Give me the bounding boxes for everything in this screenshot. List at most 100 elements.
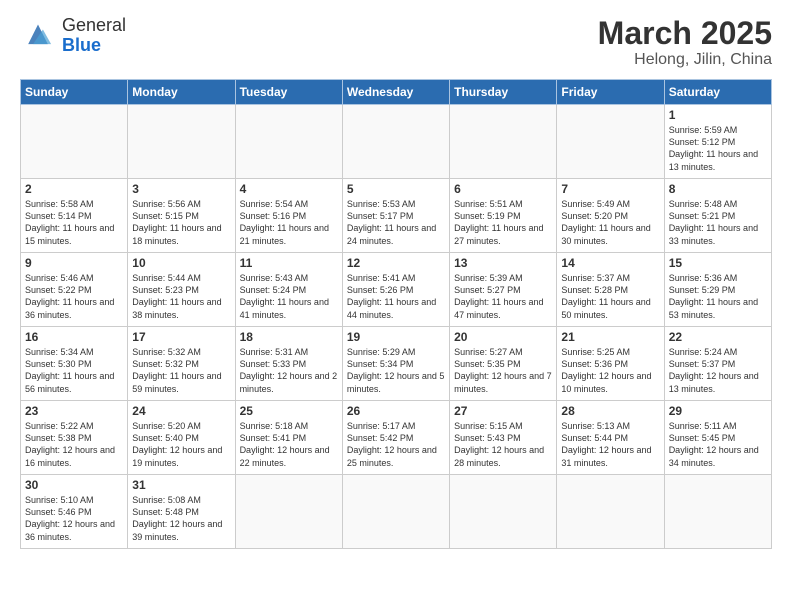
table-row: 11Sunrise: 5:43 AMSunset: 5:24 PMDayligh… [235,253,342,327]
table-row [450,105,557,179]
table-row: 20 Sunrise: 5:27 AMSunset: 5:35 PMDayligh… [450,327,557,401]
table-row [128,105,235,179]
day-number: 1 [669,108,767,122]
table-row [342,105,449,179]
table-row: 21 Sunrise: 5:25 AMSunset: 5:36 PMDayligh… [557,327,664,401]
day-number: 23 [25,404,123,418]
header-saturday: Saturday [664,80,771,105]
day-number: 29 [669,404,767,418]
table-row: 17Sunrise: 5:32 AMSunset: 5:32 PMDayligh… [128,327,235,401]
day-number: 4 [240,182,338,196]
calendar-subtitle: Helong, Jilin, China [598,51,772,69]
day-number: 13 [454,256,552,270]
day-number: 19 [347,330,445,344]
table-row [342,475,449,549]
table-row: 31 Sunrise: 5:08 AMSunset: 5:48 PMDayligh… [128,475,235,549]
day-info: Sunrise: 5:10 AMSunset: 5:46 PMDaylight:… [25,494,123,543]
day-number: 17 [132,330,230,344]
table-row: 10Sunrise: 5:44 AMSunset: 5:23 PMDayligh… [128,253,235,327]
day-info: Sunrise: 5:37 AMSunset: 5:28 PMDaylight:… [561,272,659,321]
day-info: Sunrise: 5:31 AMSunset: 5:33 PMDaylight:… [240,346,338,395]
day-number: 9 [25,256,123,270]
table-row [21,105,128,179]
day-number: 28 [561,404,659,418]
day-info: Sunrise: 5:46 AMSunset: 5:22 PMDaylight:… [25,272,123,321]
day-info: Sunrise: 5:29 AMSunset: 5:34 PMDaylight:… [347,346,445,395]
table-row: 30 Sunrise: 5:10 AMSunset: 5:46 PMDayligh… [21,475,128,549]
day-info: Sunrise: 5:48 AMSunset: 5:21 PMDaylight:… [669,198,767,247]
day-number: 20 [454,330,552,344]
table-row: 7Sunrise: 5:49 AMSunset: 5:20 PMDaylight… [557,179,664,253]
table-row: 23 Sunrise: 5:22 AMSunset: 5:38 PMDayligh… [21,401,128,475]
table-row: 13 Sunrise: 5:39 AMSunset: 5:27 PMDayligh… [450,253,557,327]
title-block: March 2025 Helong, Jilin, China [598,16,772,69]
day-info: Sunrise: 5:43 AMSunset: 5:24 PMDaylight:… [240,272,338,321]
logo: General Blue [20,16,126,56]
day-number: 5 [347,182,445,196]
day-info: Sunrise: 5:18 AMSunset: 5:41 PMDaylight:… [240,420,338,469]
day-number: 8 [669,182,767,196]
table-row [450,475,557,549]
calendar-header-row: Sunday Monday Tuesday Wednesday Thursday… [21,80,772,105]
day-number: 12 [347,256,445,270]
table-row: 5 Sunrise: 5:53 AMSunset: 5:17 PMDaylight… [342,179,449,253]
day-number: 14 [561,256,659,270]
table-row: 16Sunrise: 5:34 AMSunset: 5:30 PMDayligh… [21,327,128,401]
table-row [557,105,664,179]
day-info: Sunrise: 5:27 AMSunset: 5:35 PMDaylight:… [454,346,552,395]
day-number: 6 [454,182,552,196]
table-row: 4 Sunrise: 5:54 AMSunset: 5:16 PMDaylight… [235,179,342,253]
day-info: Sunrise: 5:08 AMSunset: 5:48 PMDaylight:… [132,494,230,543]
table-row: 12 Sunrise: 5:41 AMSunset: 5:26 PMDayligh… [342,253,449,327]
day-number: 24 [132,404,230,418]
table-row: 6Sunrise: 5:51 AMSunset: 5:19 PMDaylight… [450,179,557,253]
table-row: 25 Sunrise: 5:18 AMSunset: 5:41 PMDayligh… [235,401,342,475]
day-info: Sunrise: 5:41 AMSunset: 5:26 PMDaylight:… [347,272,445,321]
day-info: Sunrise: 5:15 AMSunset: 5:43 PMDaylight:… [454,420,552,469]
table-row [235,105,342,179]
day-info: Sunrise: 5:44 AMSunset: 5:23 PMDaylight:… [132,272,230,321]
table-row: 29 Sunrise: 5:11 AMSunset: 5:45 PMDayligh… [664,401,771,475]
logo-text: General Blue [62,16,126,56]
header-monday: Monday [128,80,235,105]
day-info: Sunrise: 5:53 AMSunset: 5:17 PMDaylight:… [347,198,445,247]
logo-general: General [62,15,126,35]
day-info: Sunrise: 5:20 AMSunset: 5:40 PMDaylight:… [132,420,230,469]
day-info: Sunrise: 5:39 AMSunset: 5:27 PMDaylight:… [454,272,552,321]
header-tuesday: Tuesday [235,80,342,105]
day-number: 3 [132,182,230,196]
day-info: Sunrise: 5:11 AMSunset: 5:45 PMDaylight:… [669,420,767,469]
day-info: Sunrise: 5:59 AMSunset: 5:12 PMDaylight:… [669,124,767,173]
calendar-table: Sunday Monday Tuesday Wednesday Thursday… [20,79,772,549]
day-number: 18 [240,330,338,344]
day-number: 25 [240,404,338,418]
day-number: 30 [25,478,123,492]
table-row: 18 Sunrise: 5:31 AMSunset: 5:33 PMDayligh… [235,327,342,401]
day-info: Sunrise: 5:22 AMSunset: 5:38 PMDaylight:… [25,420,123,469]
table-row: 9 Sunrise: 5:46 AMSunset: 5:22 PMDaylight… [21,253,128,327]
page: General Blue March 2025 Helong, Jilin, C… [0,0,792,612]
table-row: 22Sunrise: 5:24 AMSunset: 5:37 PMDayligh… [664,327,771,401]
day-number: 15 [669,256,767,270]
day-number: 16 [25,330,123,344]
table-row: 15Sunrise: 5:36 AMSunset: 5:29 PMDayligh… [664,253,771,327]
table-row [235,475,342,549]
table-row: 24 Sunrise: 5:20 AMSunset: 5:40 PMDayligh… [128,401,235,475]
day-info: Sunrise: 5:17 AMSunset: 5:42 PMDaylight:… [347,420,445,469]
header-friday: Friday [557,80,664,105]
table-row [664,475,771,549]
table-row: 2Sunrise: 5:58 AMSunset: 5:14 PMDaylight… [21,179,128,253]
header: General Blue March 2025 Helong, Jilin, C… [20,16,772,69]
day-info: Sunrise: 5:25 AMSunset: 5:36 PMDaylight:… [561,346,659,395]
day-number: 31 [132,478,230,492]
generalblue-logo-icon [20,18,56,54]
day-info: Sunrise: 5:58 AMSunset: 5:14 PMDaylight:… [25,198,123,247]
day-info: Sunrise: 5:54 AMSunset: 5:16 PMDaylight:… [240,198,338,247]
table-row: 3 Sunrise: 5:56 AMSunset: 5:15 PMDaylight… [128,179,235,253]
day-number: 21 [561,330,659,344]
day-number: 26 [347,404,445,418]
header-sunday: Sunday [21,80,128,105]
day-info: Sunrise: 5:24 AMSunset: 5:37 PMDaylight:… [669,346,767,395]
day-info: Sunrise: 5:56 AMSunset: 5:15 PMDaylight:… [132,198,230,247]
table-row: 8 Sunrise: 5:48 AMSunset: 5:21 PMDaylight… [664,179,771,253]
